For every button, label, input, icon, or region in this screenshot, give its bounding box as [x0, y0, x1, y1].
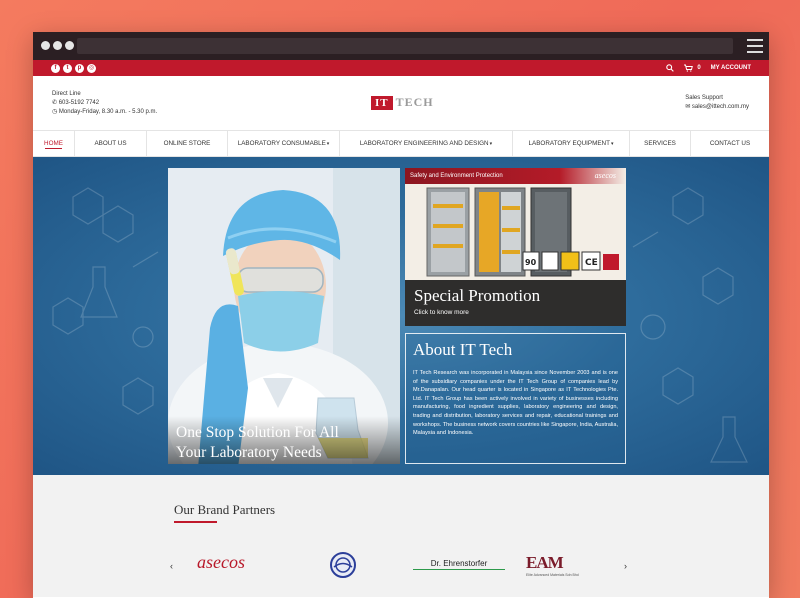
cart-button[interactable]: 0: [684, 64, 701, 72]
sales-support-label: Sales Support: [685, 95, 723, 101]
pinterest-icon[interactable]: p: [75, 63, 84, 73]
mail-icon: ✉: [685, 104, 692, 110]
direct-line-label: Direct Line: [52, 91, 81, 97]
nav-label: ABOUT US: [94, 140, 127, 147]
brand-logo-ehrenstorfer[interactable]: Dr. Ehrenstorfer: [413, 559, 505, 570]
chevron-down-icon: ▾: [326, 140, 330, 147]
site-header: Direct Line ✆ 603-5192 7742 ◷ Monday-Fri…: [33, 76, 769, 131]
brand-logo-circle-emblem[interactable]: [329, 550, 357, 580]
safety-cabinets-image: 90 CE: [405, 184, 626, 280]
hero-section: One Stop Solution For All Your Laborator…: [33, 157, 769, 475]
promo-overlay: Special Promotion Click to know more: [405, 280, 626, 326]
promo-header: Safety and Environment Protection asecos: [405, 168, 626, 184]
window-control-maximize[interactable]: [65, 41, 74, 50]
address-bar[interactable]: [77, 38, 733, 54]
nav-item-laboratory-consumable[interactable]: LABORATORY CONSUMABLE ▾: [228, 131, 340, 156]
nav-item-about-us[interactable]: ABOUT US: [75, 131, 147, 156]
brand-subtitle: Elite Advanced Materials Sdn Bhd: [526, 573, 579, 577]
carousel-prev-button[interactable]: ‹: [170, 561, 173, 571]
special-promotion-banner[interactable]: Safety and Environment Protection asecos…: [405, 168, 626, 326]
nav-label: LABORATORY ENGINEERING AND DESIGN: [359, 140, 489, 147]
hero-caption-line2: Your Laboratory Needs: [176, 444, 322, 461]
brand-name: Dr. Ehrenstorfer: [413, 559, 505, 570]
sales-support-info: Sales Support ✉ sales@ittech.com.my: [685, 94, 749, 112]
nav-item-services[interactable]: SERVICES: [630, 131, 691, 156]
social-links: f t p ◎: [51, 63, 96, 73]
twitter-icon[interactable]: t: [63, 63, 72, 73]
nav-item-contact-us[interactable]: CONTACT US: [691, 131, 769, 156]
nav-label: LABORATORY CONSUMABLE: [237, 140, 326, 147]
hamburger-menu-icon[interactable]: [747, 39, 763, 53]
top-bar: f t p ◎ 0 MY ACCOUNT: [33, 60, 769, 76]
instagram-icon[interactable]: ◎: [87, 63, 96, 73]
browser-window: f t p ◎ 0 MY ACCOUNT Direct Line ✆ 603-5…: [33, 32, 769, 598]
nav-label: HOME: [44, 140, 63, 147]
my-account-link[interactable]: MY ACCOUNT: [711, 65, 751, 71]
nav-label: CONTACT US: [709, 140, 751, 147]
logo-box: IT: [371, 95, 393, 110]
hero-caption-line1: One Stop Solution For All: [176, 424, 339, 441]
svg-text:90: 90: [525, 258, 537, 267]
chemistry-pattern-background: [52, 187, 748, 463]
nav-label: ONLINE STORE: [163, 140, 211, 147]
window-control-minimize[interactable]: [53, 41, 62, 50]
main-navigation: HOME ABOUT US ONLINE STORE LABORATORY CO…: [33, 131, 769, 157]
nav-item-laboratory-equipment[interactable]: LABORATORY EQUIPMENT ▾: [513, 131, 630, 156]
phone-number[interactable]: 603-5192 7742: [59, 100, 99, 106]
nav-item-laboratory-engineering[interactable]: LABORATORY ENGINEERING AND DESIGN ▾: [340, 131, 513, 156]
support-email[interactable]: sales@ittech.com.my: [692, 104, 749, 110]
phone-icon: ✆: [52, 100, 59, 106]
logo-text: TECH: [395, 95, 434, 109]
search-icon[interactable]: [666, 64, 675, 72]
hero-caption: One Stop Solution For All Your Laborator…: [168, 416, 400, 464]
brand-name: EAM: [526, 553, 564, 572]
about-title: About IT Tech: [413, 340, 513, 359]
hero-scientist-image[interactable]: One Stop Solution For All Your Laborator…: [168, 168, 400, 464]
brand-name: asecos: [197, 552, 245, 572]
window-control-close[interactable]: [41, 41, 50, 50]
account-tools: 0 MY ACCOUNT: [666, 64, 751, 72]
chevron-down-icon: ▾: [610, 140, 614, 147]
promo-link[interactable]: Click to know more: [414, 309, 617, 316]
nav-label: LABORATORY EQUIPMENT: [528, 140, 610, 147]
promo-brand: asecos: [594, 171, 616, 180]
office-hours: Monday-Friday, 8.30 a.m. - 5.30 p.m.: [58, 109, 158, 115]
brand-logo-asecos[interactable]: asecos: [197, 552, 245, 573]
nav-item-home[interactable]: HOME: [33, 131, 75, 156]
promo-banner-text: Safety and Environment Protection: [410, 173, 503, 179]
chevron-down-icon: ▾: [489, 140, 493, 147]
about-panel: About IT Tech IT Tech Research was incor…: [405, 333, 626, 464]
brand-partners-section: Our Brand Partners ‹ › asecos Dr. Ehrens…: [33, 475, 769, 597]
svg-text:CE: CE: [585, 258, 598, 268]
cart-icon: [684, 64, 694, 72]
brand-logo-eam[interactable]: EAM Elite Advanced Materials Sdn Bhd: [526, 553, 586, 577]
browser-chrome: [33, 32, 769, 60]
nav-item-online-store[interactable]: ONLINE STORE: [147, 131, 228, 156]
facebook-icon[interactable]: f: [51, 63, 60, 73]
window-controls: [41, 41, 74, 50]
carousel-next-button[interactable]: ›: [624, 561, 627, 571]
site-logo[interactable]: IT TECH: [371, 95, 434, 110]
clock-icon: ◷: [52, 109, 59, 115]
title-underline: [174, 521, 217, 523]
nav-label: SERVICES: [644, 140, 676, 147]
direct-line-info: Direct Line ✆ 603-5192 7742 ◷ Monday-Fri…: [52, 90, 157, 117]
brand-partners-title: Our Brand Partners: [174, 502, 276, 517]
promo-title: Special Promotion: [414, 286, 541, 305]
cart-count: 0: [697, 65, 701, 71]
about-text: IT Tech Research was incorporated in Mal…: [413, 370, 618, 437]
